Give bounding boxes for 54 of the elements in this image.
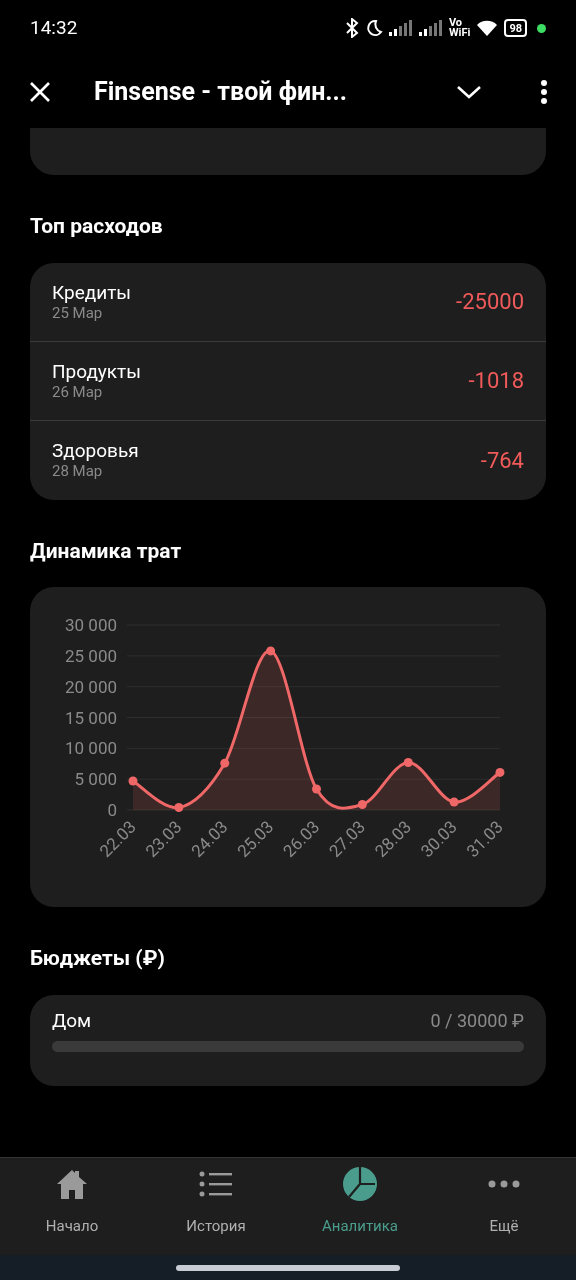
- y-tick-label: 25 000: [65, 645, 117, 666]
- pie-chart-icon: [342, 1165, 378, 1202]
- data-point: [403, 758, 413, 767]
- y-tick-label: 15 000: [65, 707, 117, 728]
- chevron-down-icon[interactable]: [456, 84, 482, 100]
- network-label: WiFi: [448, 28, 471, 38]
- data-point: [357, 799, 367, 809]
- section-title: Бюджеты (₽): [30, 946, 165, 970]
- data-point: [128, 776, 138, 786]
- data-point: [174, 803, 184, 813]
- section-title: Топ расходов: [30, 214, 163, 238]
- more-icon[interactable]: [540, 80, 548, 104]
- expense-name: Продукты: [52, 360, 141, 383]
- window-title: Finsense - твой фин...: [94, 76, 348, 109]
- section-title: Динамика трат: [30, 538, 182, 563]
- expense-amount: -25000: [456, 288, 524, 316]
- expense-row[interactable]: Продукты 26 Мар -1018: [30, 341, 546, 421]
- close-icon[interactable]: [28, 80, 52, 104]
- battery-icon: 98: [504, 19, 527, 37]
- status-time: 14:32: [30, 14, 78, 41]
- expense-date: 28 Мар: [52, 462, 104, 480]
- more-icon: [488, 1178, 520, 1189]
- y-tick-label: 20 000: [65, 676, 117, 697]
- budget-name: Дом: [52, 1007, 92, 1034]
- nav-tab[interactable]: Ещё: [432, 1158, 576, 1255]
- expense-amount: -1018: [468, 367, 524, 395]
- data-point: [266, 646, 276, 656]
- y-tick-label: 30 000: [65, 615, 117, 635]
- y-tick-label: 0: [107, 800, 117, 820]
- bluetooth-icon: [344, 18, 359, 38]
- expense-name: Кредиты: [52, 281, 132, 304]
- nav-tab[interactable]: История: [144, 1158, 288, 1255]
- signal-icon: [388, 20, 413, 36]
- data-point: [220, 758, 230, 768]
- signal-icon: [418, 20, 443, 36]
- wifi-icon: [476, 19, 499, 37]
- y-tick-label: 10 000: [65, 738, 117, 759]
- list-icon: [199, 1170, 233, 1197]
- budget-amount: 0 / 30000 ₽: [430, 1009, 524, 1034]
- nav-tab[interactable]: Аналитика: [288, 1158, 432, 1255]
- expense-row[interactable]: Здоровья 28 Мар -764: [30, 420, 546, 500]
- expense-date: 26 Мар: [52, 382, 104, 401]
- data-point: [495, 767, 505, 777]
- nav-tab[interactable]: Начало: [0, 1158, 144, 1255]
- home-icon: [56, 1168, 88, 1199]
- y-tick-label: 5 000: [74, 769, 117, 790]
- expense-date: 25 Мар: [52, 303, 104, 322]
- expense-row[interactable]: Кредиты 25 Мар -25000: [30, 262, 546, 342]
- expense-amount: -764: [480, 446, 524, 475]
- expense-name: Здоровья: [52, 440, 139, 462]
- data-point: [449, 797, 459, 807]
- network-label: Vo: [448, 18, 463, 28]
- moon-icon: [364, 19, 383, 37]
- data-point: [312, 784, 321, 794]
